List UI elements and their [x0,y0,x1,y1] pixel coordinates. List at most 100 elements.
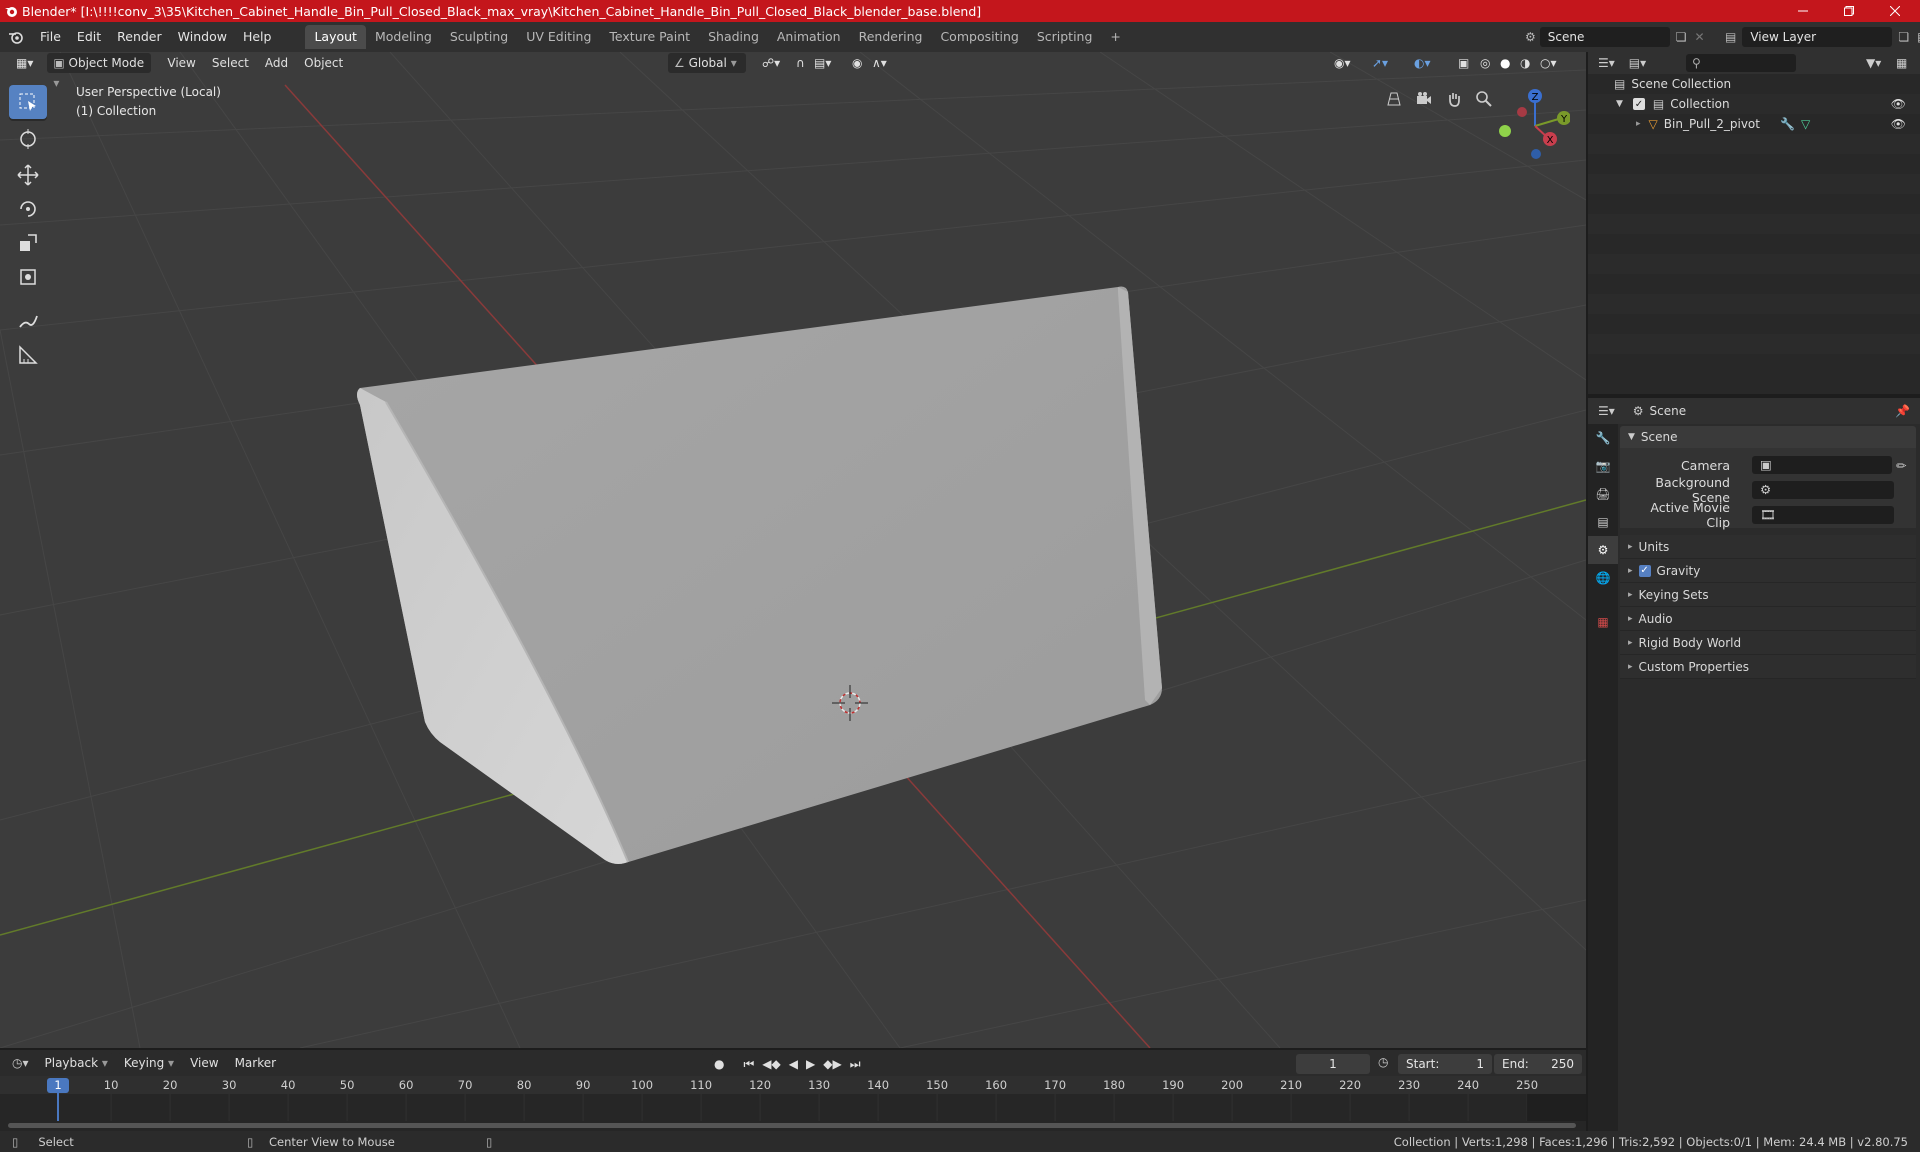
menu-edit[interactable]: Edit [69,26,109,48]
timeline-editor-icon[interactable]: ◷▾ [12,1056,29,1070]
tab-animation[interactable]: Animation [768,25,850,49]
expand-arrow-icon[interactable]: ▼ [1616,99,1623,109]
next-keyframe-icon[interactable]: ◆▶ [820,1054,844,1074]
transform-tool-icon[interactable] [9,260,47,294]
movie-clip-field[interactable]: 🎞 [1752,506,1894,524]
collection-checkbox[interactable]: ✓ [1632,98,1645,110]
camera-view-icon[interactable] [1411,86,1437,112]
pivot-point-icon[interactable]: ☍▾ [756,53,786,73]
3d-viewport[interactable] [0,52,1586,1048]
filter-icon[interactable]: ▼▾ [1866,56,1881,70]
play-icon[interactable]: ▶ [803,1054,818,1074]
tab-view-layer-icon[interactable]: ▤ [1588,508,1618,536]
properties-editor-icon[interactable]: ☰▾ [1598,404,1615,418]
tab-compositing[interactable]: Compositing [931,25,1027,49]
snap-target-icon[interactable]: ▤▾ [808,53,837,73]
add-workspace-icon[interactable]: + [1101,25,1129,49]
start-frame-field[interactable]: Start: 1 [1398,1054,1492,1074]
collection-visibility-icon[interactable]: 👁 [1891,97,1906,111]
scene-icon[interactable]: ⚙ [1525,30,1536,44]
tab-scene-icon[interactable]: ⚙ [1588,536,1618,564]
tab-tool-icon[interactable]: 🔧 [1588,424,1618,452]
outliner-collection-row[interactable]: ▼ ✓ ▤ Collection 👁 [1588,94,1920,114]
tab-scripting[interactable]: Scripting [1028,25,1102,49]
preview-range-icon[interactable]: ◷ [1378,1055,1388,1069]
visibility-icon[interactable]: ◉▾ [1328,53,1357,73]
timeline-scrollbar[interactable] [8,1123,1576,1128]
menu-keying[interactable]: Keying ▾ [117,1053,181,1073]
minimize-button[interactable] [1780,0,1826,22]
prev-keyframe-icon[interactable]: ◀◆ [759,1054,783,1074]
menu-help[interactable]: Help [235,26,280,48]
display-mode-icon[interactable]: ▤▾ [1629,56,1646,70]
menu-add[interactable]: Add [259,53,294,73]
new-collection-icon[interactable]: ▦ [1896,56,1907,70]
modifier-icon[interactable]: 🔧 [1780,117,1795,131]
menu-window[interactable]: Window [170,26,235,48]
menu-marker[interactable]: Marker [229,1053,282,1073]
falloff-icon[interactable]: ∧▾ [866,53,893,73]
jump-start-icon[interactable]: ⏮ [740,1054,757,1074]
menu-playback[interactable]: Playback ▾ [38,1053,114,1073]
scale-tool-icon[interactable] [9,226,47,260]
delete-scene-icon[interactable]: ✕ [1695,30,1705,44]
expand-arrow-icon[interactable]: ▸ [1636,119,1641,129]
measure-tool-icon[interactable] [9,338,47,372]
scene-section-header[interactable]: ▼ Scene [1620,426,1916,448]
overlay-toggle-icon[interactable]: ◐▾ [1408,53,1437,73]
object-visibility-icon[interactable]: 👁 [1891,117,1906,131]
scene-field[interactable]: Scene [1539,27,1670,47]
new-view-layer-icon[interactable]: ❏ [1898,30,1909,44]
tab-modeling[interactable]: Modeling [366,25,441,49]
menu-render[interactable]: Render [109,26,170,48]
pan-view-icon[interactable] [1441,86,1467,112]
eyedropper-icon[interactable]: ✏ [1896,458,1906,473]
view-layer-icon[interactable]: ▤ [1725,30,1736,44]
menu-file[interactable]: File [32,26,69,48]
tab-uv-editing[interactable]: UV Editing [517,25,600,49]
panel-audio[interactable]: ▸ Audio [1620,607,1916,631]
tab-sculpting[interactable]: Sculpting [441,25,517,49]
tab-world-icon[interactable]: 🌐 [1588,564,1618,592]
record-icon[interactable]: ● [710,1054,729,1074]
gizmo-toggle-icon[interactable]: ➚▾ [1366,53,1394,73]
jump-end-icon[interactable]: ⏭ [847,1054,864,1074]
editor-type-icon[interactable]: ▦▾ [10,53,39,73]
mesh-data-icon[interactable]: ▽ [1801,117,1810,131]
rotate-tool-icon[interactable] [9,192,47,226]
select-box-tool-icon[interactable] [9,85,47,119]
outliner-scene-collection[interactable]: ▤ Scene Collection [1588,74,1920,94]
maximize-button[interactable] [1826,0,1872,22]
gravity-checkbox[interactable]: ✓ [1638,564,1651,577]
xray-toggle-icon[interactable]: ▣ [1452,53,1475,73]
rendered-shading-icon[interactable]: ○▾ [1534,53,1563,73]
tab-texture-paint[interactable]: Texture Paint [600,25,699,49]
panel-gravity[interactable]: ▸ ✓ Gravity [1620,559,1916,583]
tab-render-icon[interactable]: 📷 [1588,452,1618,480]
view-layer-field[interactable]: View Layer [1742,27,1893,47]
menu-view[interactable]: View [161,53,201,73]
play-reverse-icon[interactable]: ◀ [786,1054,801,1074]
tab-shading[interactable]: Shading [699,25,768,49]
orientation-dropdown[interactable]: ∠ Global ▾ [668,53,746,73]
panel-custom-properties[interactable]: ▸ Custom Properties [1620,655,1916,679]
move-tool-icon[interactable] [9,158,47,192]
annotate-tool-icon[interactable] [9,304,47,338]
outliner-search-input[interactable]: ⚲ [1686,54,1796,72]
end-frame-field[interactable]: End: 250 [1494,1054,1582,1074]
tab-rendering[interactable]: Rendering [850,25,932,49]
timeline-ruler[interactable]: 1 10 20 30 40 50 60 70 80 90 100 110 120 130 140 150 160… [0,1076,1586,1131]
tab-output-icon[interactable]: 🖨 [1588,480,1618,508]
pin-icon[interactable]: 📌 [1895,404,1910,418]
close-button[interactable] [1872,0,1918,22]
menu-object[interactable]: Object [298,53,349,73]
new-scene-icon[interactable]: ❏ [1676,30,1687,44]
toggle-perspective-icon[interactable] [1381,86,1407,112]
cursor-tool-icon[interactable] [9,122,47,156]
camera-field[interactable]: ▣ [1752,456,1892,474]
panel-keying-sets[interactable]: ▸ Keying Sets [1620,583,1916,607]
blender-menu-icon[interactable] [0,30,32,44]
background-scene-field[interactable]: ⚙ [1752,481,1894,499]
current-frame-field[interactable]: 1 [1296,1054,1370,1074]
menu-timeline-view[interactable]: View [184,1053,224,1073]
